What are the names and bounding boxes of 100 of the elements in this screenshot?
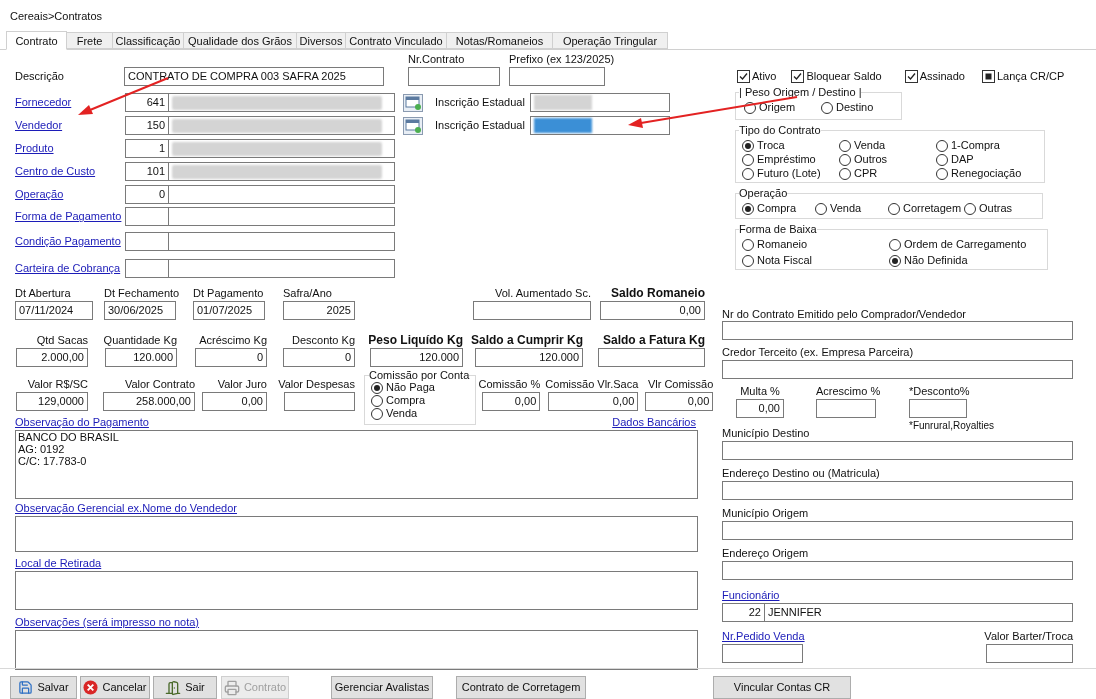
input-field[interactable]: 129,0000 [16, 392, 88, 411]
input-field[interactable] [284, 392, 355, 411]
radio-button[interactable]: Venda [839, 139, 936, 152]
action-button[interactable]: Vincular Contas CR [713, 676, 851, 699]
input-field[interactable]: 0,00 [600, 301, 705, 320]
tab[interactable]: Contrato [6, 31, 67, 50]
tab[interactable]: Diversos [297, 32, 346, 49]
name-field[interactable] [168, 162, 395, 181]
input-field[interactable]: 258.000,00 [103, 392, 195, 411]
observation-link[interactable]: Observações (será impresso no nota) [15, 613, 200, 631]
input-field[interactable] [722, 561, 1073, 580]
lookup-link[interactable]: Condição Pagamento [15, 233, 125, 250]
tab[interactable]: Operação Tringular [553, 32, 668, 49]
lookup-link[interactable]: Carteira de Cobrança [15, 260, 125, 277]
radio-button[interactable]: Outras [964, 202, 1034, 215]
lookup-button[interactable] [403, 93, 423, 112]
input-field[interactable] [986, 644, 1073, 663]
tab[interactable]: Frete [67, 32, 113, 49]
radio-button[interactable]: Ordem de Carregamento [889, 238, 1039, 251]
code-field[interactable]: 101 [125, 162, 169, 181]
input-field[interactable]: 0,00 [548, 392, 639, 411]
input-field[interactable]: 0,00 [482, 392, 541, 411]
code-field[interactable]: 0 [125, 185, 169, 204]
employee-link[interactable]: Funcionário [722, 589, 780, 601]
lookup-link[interactable]: Vendedor [15, 117, 125, 134]
radio-button[interactable]: Empréstimo [742, 153, 839, 166]
text-area[interactable] [15, 571, 698, 610]
input-field[interactable]: 0,00 [645, 392, 714, 411]
input-field[interactable]: 120.000 [475, 348, 583, 367]
code-field[interactable] [125, 232, 169, 251]
input-field[interactable]: 0,00 [736, 399, 784, 418]
radio-button[interactable]: Compra [742, 202, 815, 215]
input-field[interactable] [722, 521, 1073, 540]
radio-button[interactable]: Destino [821, 101, 874, 114]
input-field[interactable]: 2025 [283, 301, 355, 320]
input-field[interactable] [816, 399, 876, 418]
checkbox[interactable]: Lança CR/CP [981, 68, 1065, 85]
code-field[interactable]: 22 [722, 603, 765, 622]
bank-details-link[interactable]: Dados Bancários [612, 413, 696, 431]
name-field[interactable] [168, 139, 395, 158]
lookup-link[interactable]: Fornecedor [15, 94, 125, 111]
input-field[interactable]: 0 [283, 348, 355, 367]
name-field[interactable] [168, 207, 395, 226]
input-field[interactable] [909, 399, 967, 418]
radio-button[interactable]: Venda [815, 202, 888, 215]
code-field[interactable]: 150 [125, 116, 169, 135]
checkbox[interactable]: Bloquear Saldo [791, 68, 882, 85]
input-field[interactable] [530, 93, 670, 112]
input-field[interactable]: 0,00 [202, 392, 267, 411]
lookup-link[interactable]: Produto [15, 140, 125, 157]
input-field[interactable]: CONTRATO DE COMPRA 003 SAFRA 2025 [124, 67, 384, 86]
input-field[interactable] [530, 116, 670, 135]
name-field[interactable] [168, 259, 395, 278]
code-field[interactable] [125, 259, 169, 278]
radio-button[interactable]: 1-Compra [936, 139, 1036, 152]
text-area[interactable] [15, 630, 698, 670]
input-field[interactable]: 120.000 [105, 348, 177, 367]
input-field[interactable] [722, 321, 1073, 340]
exit-button[interactable]: Sair [153, 676, 217, 699]
action-button[interactable]: Gerenciar Avalistas [331, 676, 433, 699]
radio-button[interactable]: Não Definida [889, 254, 1039, 267]
checkbox[interactable]: Assinado [904, 68, 965, 85]
action-button[interactable]: Contrato de Corretagem [456, 676, 586, 699]
lookup-link[interactable]: Operação [15, 186, 125, 203]
input-field[interactable]: 07/11/2024 [15, 301, 93, 320]
input-field[interactable] [722, 360, 1073, 379]
input-field[interactable]: 120.000 [370, 348, 463, 367]
radio-button[interactable]: DAP [936, 153, 1036, 166]
input-field[interactable]: 0 [195, 348, 267, 367]
name-field[interactable] [168, 93, 395, 112]
checkbox[interactable]: Ativo [737, 68, 777, 85]
lookup-button[interactable] [403, 116, 423, 135]
radio-button[interactable]: Origem [744, 101, 796, 114]
radio-button[interactable]: CPR [839, 167, 936, 180]
text-area[interactable] [15, 516, 698, 552]
input-field[interactable]: 01/07/2025 [193, 301, 265, 320]
code-field[interactable]: 641 [125, 93, 169, 112]
tab[interactable]: Notas/Romaneios [447, 32, 553, 49]
radio-button[interactable]: Outros [839, 153, 936, 166]
radio-button[interactable]: Futuro (Lote) [742, 167, 839, 180]
lookup-link[interactable]: Centro de Custo [15, 163, 125, 180]
save-button[interactable]: Salvar [10, 676, 77, 699]
tab[interactable]: Classificação [113, 32, 184, 49]
order-link[interactable]: Nr.Pedido Venda [722, 630, 805, 642]
code-field[interactable] [125, 207, 169, 226]
tab[interactable]: Contrato Vinculado [346, 32, 447, 49]
code-field[interactable]: 1 [125, 139, 169, 158]
input-field[interactable] [509, 67, 605, 86]
observation-link[interactable]: Local de Retirada [15, 554, 102, 572]
tab[interactable]: Qualidade dos Grãos [184, 32, 297, 49]
radio-button[interactable]: Nota Fiscal [742, 254, 889, 267]
radio-button[interactable]: Romaneio [742, 238, 889, 251]
input-field[interactable] [408, 67, 500, 86]
name-field[interactable]: JENNIFER [764, 603, 1073, 622]
radio-button[interactable]: Renegociação [936, 167, 1036, 180]
radio-button[interactable]: Não Paga [371, 381, 470, 394]
radio-button[interactable]: Venda [371, 407, 470, 420]
observation-link[interactable]: Observação Gerencial ex.Nome do Vendedor [15, 499, 237, 517]
radio-button[interactable]: Corretagem [888, 202, 964, 215]
lookup-link[interactable]: Forma de Pagamento [15, 208, 125, 225]
